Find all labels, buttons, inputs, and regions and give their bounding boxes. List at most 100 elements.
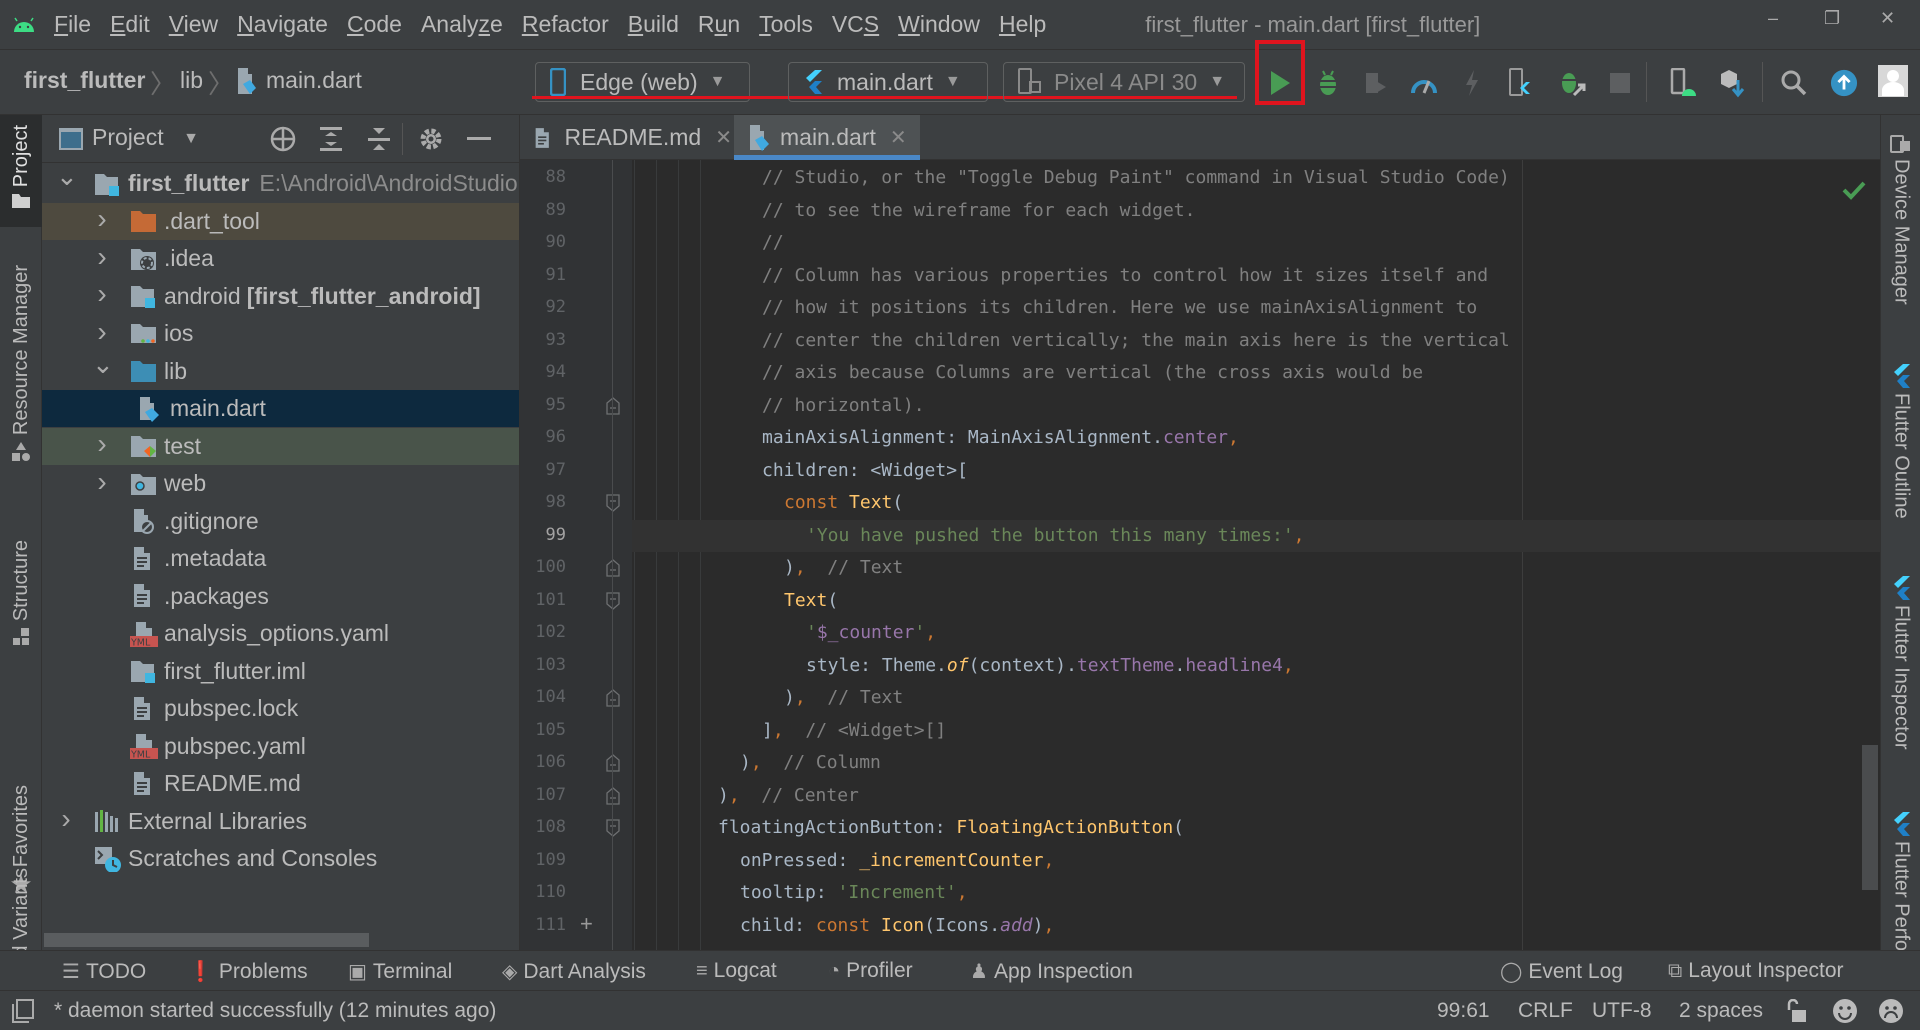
code-line[interactable]: // horizontal). — [762, 390, 925, 422]
fold-end-icon[interactable] — [606, 786, 620, 805]
tree-item[interactable]: pubspec.lock — [42, 690, 519, 727]
tool-tab-project[interactable]: Project — [0, 115, 42, 227]
line-number[interactable]: 95 — [520, 395, 566, 415]
fold-collapse-icon[interactable] — [606, 591, 620, 610]
fold-end-icon[interactable] — [606, 754, 620, 772]
code-editor[interactable]: // Studio, or the "Toggle Debug Paint" c… — [632, 160, 1880, 950]
indent-setting[interactable]: 2 spaces — [1679, 999, 1763, 1023]
toggle-tool-windows-icon[interactable] — [12, 999, 34, 1023]
settings-button[interactable] — [418, 126, 444, 152]
collapse-all-button[interactable] — [366, 126, 392, 152]
code-line[interactable]: onPressed: _incrementCounter, — [740, 845, 1054, 877]
tree-item[interactable]: › test — [42, 427, 519, 465]
code-line[interactable]: ), // Column — [740, 747, 881, 779]
fold-end-icon[interactable] — [606, 689, 620, 707]
run-button[interactable] — [1266, 69, 1294, 97]
update-button[interactable] — [1830, 69, 1858, 97]
code-line[interactable]: // center the children vertically; the m… — [762, 325, 1510, 357]
chevron-right-icon[interactable]: › — [92, 278, 112, 310]
search-everywhere-button[interactable] — [1780, 69, 1808, 97]
tree-item[interactable]: › android [first_flutter_android] — [42, 278, 519, 315]
line-number[interactable]: 99 — [520, 525, 566, 545]
code-line[interactable]: ), // Text — [784, 552, 903, 584]
inspection-ok-icon[interactable] — [1842, 180, 1866, 200]
line-number[interactable]: 101 — [520, 590, 566, 610]
tree-item[interactable]: ⌄ lib — [42, 349, 519, 390]
menu-navigate[interactable]: Navigate — [237, 11, 328, 38]
line-number[interactable]: 110 — [520, 882, 566, 902]
menu-view[interactable]: View — [169, 11, 218, 38]
menu-window[interactable]: Window — [898, 11, 980, 38]
tree-item[interactable]: .packages — [42, 578, 519, 615]
hide-panel-button[interactable] — [466, 126, 492, 152]
tree-item[interactable]: main.dart — [42, 390, 519, 427]
expand-all-button[interactable] — [318, 126, 344, 152]
menu-help[interactable]: Help — [999, 11, 1046, 38]
menu-build[interactable]: Build — [628, 11, 679, 38]
line-separator[interactable]: CRLF — [1518, 999, 1573, 1023]
tab-readme[interactable]: README.md ✕ — [520, 115, 732, 160]
code-line[interactable]: // how it positions its children. Here w… — [762, 292, 1477, 324]
menu-edit[interactable]: Edit — [110, 11, 150, 38]
line-number[interactable]: 111 — [520, 915, 566, 935]
chevron-down-icon[interactable]: ⌄ — [92, 349, 114, 380]
breadcrumb-project[interactable]: first_flutter — [24, 67, 145, 94]
code-line[interactable]: // Column has various properties to cont… — [762, 260, 1488, 292]
caret-position[interactable]: 99:61 — [1437, 999, 1490, 1023]
chevron-right-icon[interactable]: › — [92, 316, 112, 348]
code-line[interactable]: child: const Icon(Icons.add), — [740, 910, 1054, 942]
line-number[interactable]: 91 — [520, 265, 566, 285]
line-number[interactable]: 90 — [520, 232, 566, 252]
menu-refactor[interactable]: Refactor — [522, 11, 609, 38]
code-line[interactable]: // Studio, or the "Toggle Debug Paint" c… — [762, 162, 1510, 194]
profile-button[interactable] — [1410, 69, 1438, 97]
tool-profiler[interactable]: ◔ Profiler — [828, 959, 913, 983]
fold-collapse-icon[interactable] — [606, 819, 620, 837]
chevron-right-icon[interactable]: › — [56, 803, 76, 835]
line-number[interactable]: 92 — [520, 297, 566, 317]
tree-item[interactable]: .metadata — [42, 540, 519, 577]
tool-app-inspection[interactable]: ♟ App Inspection — [970, 959, 1133, 984]
tree-item[interactable]: ⌄ first_flutter E:\Android\AndroidStudio — [42, 161, 519, 202]
chevron-down-icon[interactable]: ▼ — [178, 126, 204, 152]
locate-file-button[interactable] — [270, 126, 296, 152]
chevron-right-icon[interactable]: › — [92, 203, 112, 235]
feedback-happy-icon[interactable] — [1832, 998, 1858, 1024]
menu-tools[interactable]: Tools — [759, 11, 813, 38]
account-button[interactable] — [1878, 65, 1908, 97]
line-number[interactable]: 96 — [520, 427, 566, 447]
status-message[interactable]: * daemon started successfully (12 minute… — [54, 999, 496, 1023]
code-line[interactable]: tooltip: 'Increment', — [740, 877, 968, 909]
code-line[interactable]: // to see the wireframe for each widget. — [762, 195, 1195, 227]
code-line[interactable]: mainAxisAlignment: MainAxisAlignment.cen… — [762, 422, 1239, 454]
fold-end-icon[interactable] — [606, 396, 620, 415]
tool-tab-flutter-performance[interactable]: Flutter Performance — [1881, 811, 1920, 950]
flutter-attach-button[interactable] — [1506, 68, 1534, 97]
code-line[interactable]: const Text( — [784, 487, 903, 519]
tool-tab-build-variants[interactable]: Build Variants — [0, 835, 42, 950]
close-tab-icon[interactable]: ✕ — [715, 125, 732, 150]
tool-tab-flutter-outline[interactable]: Flutter Outline — [1881, 363, 1920, 519]
line-number[interactable]: 89 — [520, 200, 566, 220]
stop-button[interactable] — [1606, 69, 1634, 97]
device-manager-button[interactable] — [1670, 68, 1698, 97]
file-encoding[interactable]: UTF-8 — [1592, 999, 1652, 1023]
tree-item[interactable]: › External Libraries — [42, 803, 519, 840]
close-tab-icon[interactable]: ✕ — [890, 125, 907, 150]
tree-item[interactable]: YML analysis_options.yaml — [42, 615, 519, 652]
chevron-right-icon[interactable]: › — [92, 428, 112, 460]
unlock-icon[interactable] — [1786, 999, 1808, 1023]
debug-button[interactable] — [1314, 69, 1342, 97]
line-number[interactable]: 98 — [520, 492, 566, 512]
code-line[interactable]: ), // Text — [784, 682, 903, 714]
attach-debugger-button[interactable] — [1558, 69, 1586, 97]
line-number[interactable]: 102 — [520, 622, 566, 642]
hot-reload-button[interactable] — [1458, 69, 1486, 97]
line-number[interactable]: 97 — [520, 460, 566, 480]
breadcrumb-lib[interactable]: lib — [180, 67, 203, 94]
menu-analyze[interactable]: Analyze — [421, 11, 503, 38]
code-line[interactable]: // axis because Columns are vertical (th… — [762, 357, 1423, 389]
tool-todo[interactable]: ☰ TODO — [62, 959, 146, 984]
line-number[interactable]: 106 — [520, 752, 566, 772]
fold-collapse-icon[interactable] — [606, 494, 620, 512]
